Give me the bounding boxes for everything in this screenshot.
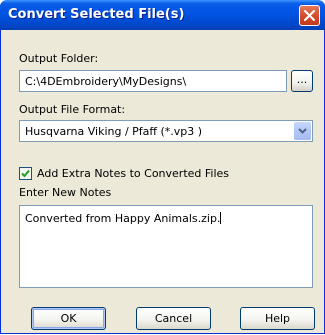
cancel-button[interactable]: Cancel bbox=[136, 307, 211, 330]
add-notes-label[interactable]: Add Extra Notes to Converted Files bbox=[37, 167, 229, 180]
output-format-select[interactable]: Husqvarna Viking / Pfaff (*.vp3 ) bbox=[19, 120, 313, 142]
dialog-title: Convert Selected File(s) bbox=[8, 7, 185, 22]
output-folder-label: Output Folder: bbox=[19, 52, 99, 65]
output-format-label: Output File Format: bbox=[19, 103, 126, 116]
close-button[interactable] bbox=[299, 5, 320, 26]
close-icon bbox=[304, 10, 315, 21]
output-folder-input[interactable]: C:\4DEmbroidery\MyDesigns\ bbox=[19, 70, 287, 92]
output-format-value: Husqvarna Viking / Pfaff (*.vp3 ) bbox=[25, 125, 203, 138]
chevron-down-icon bbox=[298, 128, 307, 134]
dropdown-arrow-button[interactable] bbox=[294, 122, 311, 140]
enter-notes-label: Enter New Notes bbox=[19, 186, 112, 199]
text-caret bbox=[220, 212, 222, 224]
convert-dialog: Convert Selected File(s) Output Folder: … bbox=[0, 0, 325, 334]
ok-button[interactable]: OK bbox=[31, 307, 106, 330]
browse-folder-button[interactable]: ... bbox=[291, 70, 313, 92]
title-bar[interactable]: Convert Selected File(s) bbox=[0, 0, 325, 30]
help-button[interactable]: Help bbox=[240, 307, 315, 330]
notes-text: Converted from Happy Animals.zip. bbox=[25, 212, 221, 225]
notes-textarea[interactable]: Converted from Happy Animals.zip. bbox=[19, 205, 313, 288]
check-icon bbox=[21, 169, 30, 178]
add-notes-checkbox[interactable] bbox=[19, 167, 32, 180]
